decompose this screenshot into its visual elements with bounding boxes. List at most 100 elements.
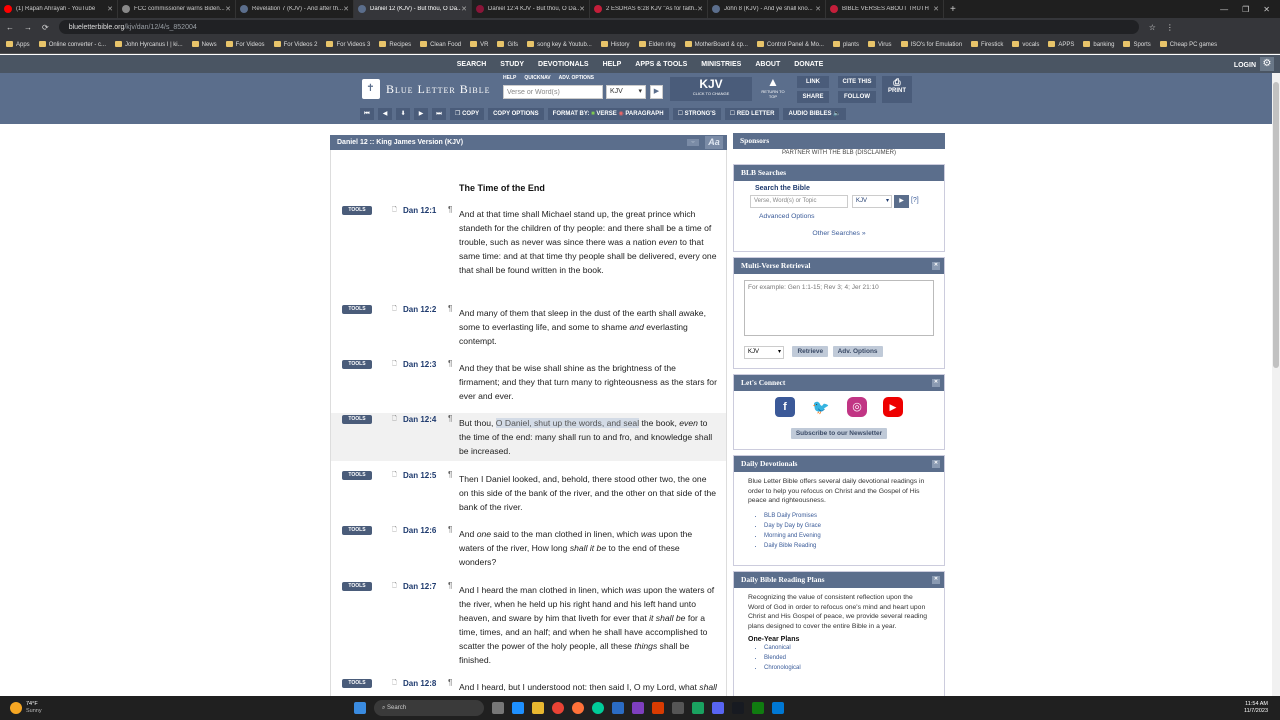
bookmark-item[interactable]: John Hyrcanus I | ki... [115,41,183,48]
note-icon[interactable]: 🗋 [392,470,397,480]
version-select[interactable]: KJV ▾ [606,85,646,99]
copy-button[interactable]: ❐ COPY [450,108,485,120]
audio-bibles-button[interactable]: AUDIO BIBLES 🔈 [783,108,846,120]
bookmark-item[interactable]: ISO's for Emulation [901,41,963,48]
bookmark-item[interactable]: Control Panel & Mo... [757,41,824,48]
minimize-icon[interactable]: — [1220,5,1228,14]
instagram-icon[interactable]: ◎ [847,397,867,417]
partner-link[interactable]: PARTNER WITH THE BLB [782,150,854,156]
note-icon[interactable]: 🗋 [392,678,397,688]
note-icon[interactable]: 🗋 [392,581,397,591]
taskbar-search[interactable]: ⌕ Search [374,700,484,716]
verse-reference[interactable]: Dan 12:7 [403,582,436,591]
check-green-icon[interactable]: ■ [591,111,595,117]
browser-tab[interactable]: Revelation 7 (KJV) - And after th... ✕ [236,0,354,18]
verse-search-input[interactable] [503,85,603,99]
bookmark-item[interactable]: For Videos 2 [274,41,318,48]
verse-tools-button[interactable]: TOOLS [342,582,372,591]
devotional-link[interactable]: Morning and Evening [764,531,944,541]
bookmark-item[interactable]: Online converter - c... [39,41,106,48]
weather-widget[interactable]: 74°F Sunny [0,701,200,715]
bookmark-item[interactable]: MotherBoard & cp... [685,41,748,48]
bookmark-item[interactable]: For Videos [226,41,265,48]
browser-tab[interactable]: FCC commissioner warns Biden... ✕ [118,0,236,18]
other-searches-link[interactable]: Other Searches » [740,230,938,237]
verse-reference[interactable]: Dan 12:2 [403,305,436,314]
verse-reference[interactable]: Dan 12:8 [403,679,436,688]
sidebar-version-select[interactable]: KJV ▾ [852,195,892,208]
cite-this-button[interactable]: CITE THIS [838,76,876,88]
xbox-icon[interactable] [752,702,764,714]
first-chapter-icon[interactable]: ⏮ [360,108,374,120]
forward-icon[interactable]: → [24,23,32,32]
system-clock[interactable]: 11:54 AM 11/7/2023 [1244,701,1280,715]
bookmark-item[interactable]: banking [1083,41,1114,48]
tab-close-icon[interactable]: ✕ [107,5,113,13]
sidebar-search-input[interactable]: Verse, Word(s) or Topic [750,195,848,208]
tab-close-icon[interactable]: ✕ [225,5,231,13]
devotional-link[interactable]: Daily Bible Reading [764,541,944,551]
last-chapter-icon[interactable]: ⏭ [432,108,446,120]
bookmark-item[interactable]: VR [470,41,488,48]
return-to-top-button[interactable]: ▲ RETURN TO TOP [758,75,788,103]
verse-reference[interactable]: Dan 12:5 [403,471,436,480]
close-icon[interactable]: ✕ [932,379,940,387]
close-icon[interactable]: ✕ [932,576,940,584]
help-question[interactable]: [?] [911,197,919,204]
adv-options-button[interactable]: Adv. Options [832,346,883,357]
resize-icon[interactable]: ⇔ [687,139,699,146]
facebook-icon[interactable]: f [775,397,795,417]
bookmark-item[interactable]: For Videos 3 [326,41,370,48]
url-field[interactable]: blueletterbible.org/kjv/dan/12/4/s_85200… [58,20,1139,34]
reading-plan-link[interactable]: Canonical [764,643,944,653]
close-icon[interactable]: ✕ [932,460,940,468]
twitter-icon[interactable]: 🐦 [811,397,831,417]
newsletter-button[interactable]: Subscribe to our Newsletter [790,428,888,439]
note-icon[interactable]: 🗋 [392,525,397,535]
new-tab-icon[interactable]: + [950,4,956,15]
bookmark-item[interactable]: Clean Food [420,41,461,48]
onenote-icon[interactable] [632,702,644,714]
help-link[interactable]: HELP [503,75,516,81]
close-window-icon[interactable]: ✕ [1263,5,1270,14]
extensions-icon[interactable]: ⋮ [1166,23,1174,32]
bookmark-item[interactable]: plants [833,41,859,48]
windows-start-icon[interactable] [354,702,366,714]
login-link[interactable]: LOGIN [1234,62,1256,69]
disclaimer-link[interactable]: (DISCLAIMER) [855,150,896,156]
topnav-item-study[interactable]: STUDY [500,61,524,68]
maximize-icon[interactable]: ❐ [1242,5,1249,14]
discord-icon[interactable] [712,702,724,714]
office-icon[interactable] [652,702,664,714]
bookmark-item[interactable]: song key & Youtub... [527,41,592,48]
font-size-button[interactable]: Aa [705,136,723,149]
radio-red-icon[interactable]: ◉ [618,111,623,117]
steam-icon[interactable] [732,702,744,714]
browser-tab[interactable]: Daniel 12 (KJV) - But thou, O Da... ✕ [354,0,472,18]
topnav-item-apps-tools[interactable]: APPS & TOOLS [635,61,687,68]
site-logo[interactable]: ✝ Blue Letter Bible [362,79,491,99]
devotional-link[interactable]: Day by Day by Grace [764,521,944,531]
gear-icon[interactable]: ⚙ [1260,57,1274,71]
verse-tools-button[interactable]: TOOLS [342,305,372,314]
bookmark-item[interactable]: Gifs [497,41,518,48]
bookmark-item[interactable]: Virus [868,41,892,48]
browser-tab[interactable]: BIBLE VERSES ABOUT TRUTH ✕ [826,0,944,18]
widgets-icon[interactable] [512,702,524,714]
bookmark-item[interactable]: APPS [1048,41,1074,48]
topnav-item-search[interactable]: SEARCH [457,61,487,68]
topnav-item-devotionals[interactable]: DEVOTIONALS [538,61,589,68]
verse-tools-button[interactable]: TOOLS [342,360,372,369]
quicknav-link[interactable]: QUICKNAV [524,75,550,81]
tab-close-icon[interactable]: ✕ [815,5,821,13]
verse-reference[interactable]: Dan 12:3 [403,360,436,369]
chapter-menu-icon[interactable]: ⬇ [396,108,410,120]
verse-tools-button[interactable]: TOOLS [342,415,372,424]
adv-options-link[interactable]: ADV. OPTIONS [559,75,594,81]
multi-verse-textarea[interactable]: For example: Gen 1:1-15; Rev 3; 4; Jer 2… [744,280,934,336]
sidebar-search-go[interactable]: ▶ [894,195,909,208]
bookmark-item[interactable]: History [601,41,630,48]
chrome-icon[interactable] [552,702,564,714]
mvr-version-select[interactable]: KJV ▾ [744,346,784,359]
bookmark-item[interactable]: vocals [1012,41,1039,48]
